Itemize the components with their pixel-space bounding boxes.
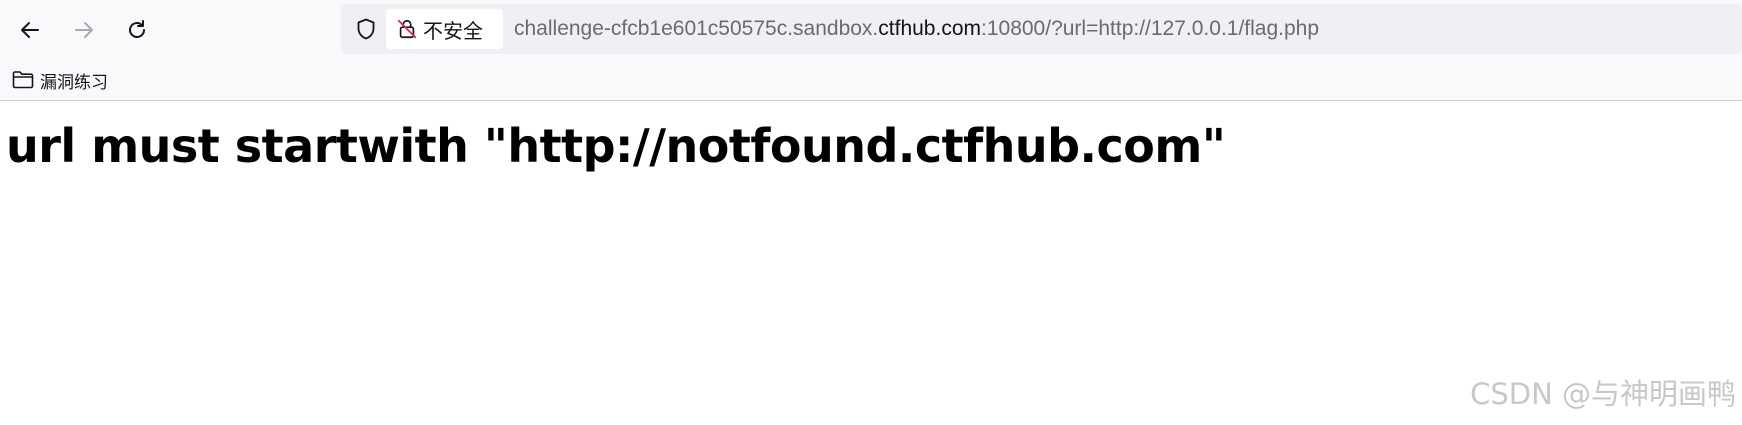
reload-button[interactable] <box>117 10 157 50</box>
lock-insecure-icon <box>397 19 417 39</box>
site-security-button[interactable]: 不安全 <box>386 9 503 49</box>
folder-icon <box>12 71 34 89</box>
url-text[interactable]: challenge-cfcb1e601c50575c.sandbox.ctfhu… <box>514 4 1319 54</box>
url-suffix: :10800/?url=http://127.0.0.1/flag.php <box>981 17 1320 40</box>
tracking-protection-button[interactable] <box>353 16 379 42</box>
back-button[interactable] <box>10 10 50 50</box>
reload-icon <box>129 20 145 38</box>
bookmark-folder[interactable]: 漏洞练习 <box>12 66 108 94</box>
url-domain: ctfhub.com <box>878 17 981 40</box>
page-heading: url must startwith "http://notfound.ctfh… <box>6 119 1226 173</box>
url-prefix: challenge-cfcb1e601c50575c.sandbox. <box>514 17 879 40</box>
forward-button[interactable] <box>64 10 104 50</box>
watermark: CSDN @与神明画鸭 <box>1470 377 1736 411</box>
shield-icon <box>357 18 375 40</box>
bookmarks-toolbar: 漏洞练习 <box>0 58 1742 101</box>
arrow-left-icon <box>21 22 39 38</box>
browser-toolbar: 不安全 challenge-cfcb1e601c50575c.sandbox.c… <box>0 0 1742 58</box>
security-label: 不安全 <box>423 18 483 43</box>
arrow-right-icon <box>75 22 93 38</box>
bookmark-folder-label: 漏洞练习 <box>40 72 108 93</box>
url-bar[interactable]: 不安全 challenge-cfcb1e601c50575c.sandbox.c… <box>341 4 1742 54</box>
